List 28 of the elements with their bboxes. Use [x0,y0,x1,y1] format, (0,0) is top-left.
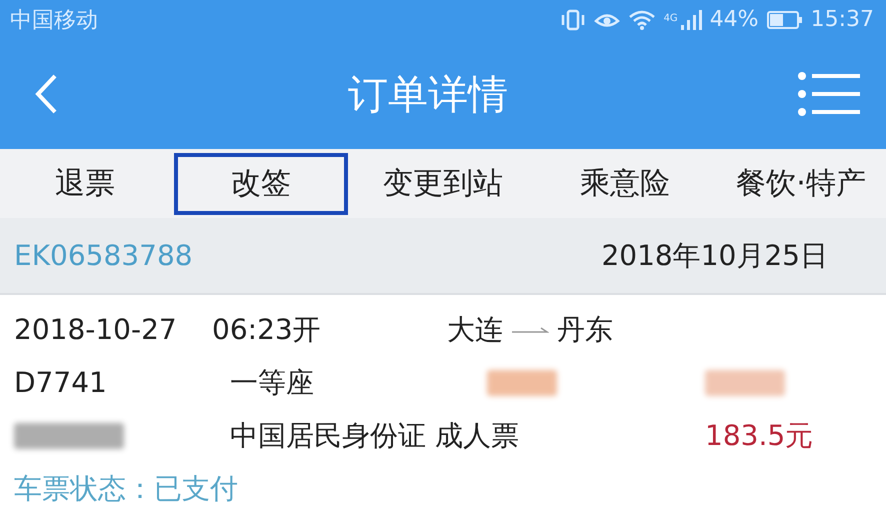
ticket-price: 183.5元 [705,418,814,454]
signal-icon [680,8,702,31]
action-tab[interactable]: 改签 [174,152,348,215]
travel-date: 2018-10-27 [14,313,178,346]
battery-icon [766,10,803,30]
action-tab[interactable]: 餐饮·特产 [720,152,882,215]
train-number: D7741 [14,366,108,399]
back-button[interactable] [34,73,58,116]
vibrate-icon [560,8,586,31]
menu-button[interactable] [798,71,860,118]
network-type: 4G [664,13,678,24]
destination-station: 丹东 [557,312,613,348]
action-tab[interactable]: 乘意险 [538,152,712,215]
clock-time: 15:37 [810,7,874,32]
departure-time: 06:23开 [212,312,322,348]
ticket-status: 车票状态：已支付 [14,470,239,506]
origin-station: 大连 [447,312,503,348]
wifi-icon [628,8,656,31]
redacted-drawing [487,370,557,396]
action-tab[interactable]: 变更到站 [356,152,530,215]
carrier-name: 中国移动 [10,6,98,35]
page-title: 订单详情 [348,70,508,120]
action-tab[interactable]: 退票 [4,152,166,215]
order-number: EK06583788 [14,239,193,272]
battery-percent: 44% [710,7,759,32]
order-date: 2018年10月25日 [601,238,828,274]
passenger-info: 中国居民身份证 成人票 [229,418,520,454]
seat-class: 一等座 [229,364,315,400]
